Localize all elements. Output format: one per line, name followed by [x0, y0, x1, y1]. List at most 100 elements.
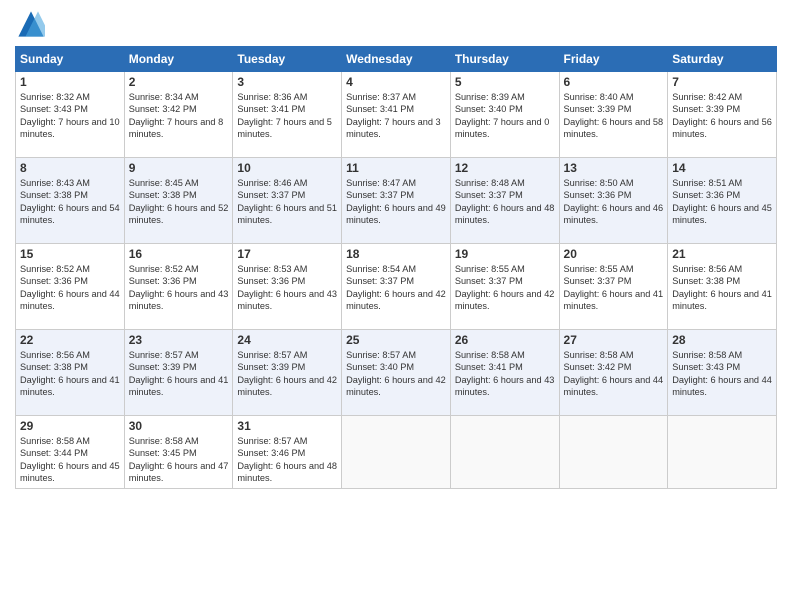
day-info: Sunrise: 8:36 AMSunset: 3:41 PMDaylight:… — [237, 91, 337, 141]
col-header-thursday: Thursday — [450, 47, 559, 72]
day-number: 9 — [129, 161, 229, 175]
day-info: Sunrise: 8:39 AMSunset: 3:40 PMDaylight:… — [455, 91, 555, 141]
day-number: 2 — [129, 75, 229, 89]
calendar-cell: 11Sunrise: 8:47 AMSunset: 3:37 PMDayligh… — [342, 158, 451, 244]
day-number: 15 — [20, 247, 120, 261]
calendar-cell: 9 Sunrise: 8:45 AMSunset: 3:38 PMDaylight… — [124, 158, 233, 244]
calendar-cell: 26 Sunrise: 8:58 AMSunset: 3:41 PMDayligh… — [450, 330, 559, 416]
calendar-cell — [450, 416, 559, 489]
day-number: 20 — [564, 247, 664, 261]
day-info: Sunrise: 8:57 AMSunset: 3:46 PMDaylight:… — [237, 435, 337, 485]
calendar-cell: 14 Sunrise: 8:51 AMSunset: 3:36 PMDayligh… — [668, 158, 777, 244]
day-number: 14 — [672, 161, 772, 175]
day-number: 25 — [346, 333, 446, 347]
day-info: Sunrise: 8:52 AMSunset: 3:36 PMDaylight:… — [20, 263, 120, 313]
day-number: 11 — [346, 161, 446, 175]
calendar-cell: 15 Sunrise: 8:52 AMSunset: 3:36 PMDayligh… — [16, 244, 125, 330]
day-number: 6 — [564, 75, 664, 89]
day-info: Sunrise: 8:32 AMSunset: 3:43 PMDaylight:… — [20, 91, 120, 141]
day-info: Sunrise: 8:58 AMSunset: 3:43 PMDaylight:… — [672, 349, 772, 399]
day-number: 17 — [237, 247, 337, 261]
calendar-cell: 6 Sunrise: 8:40 AMSunset: 3:39 PMDaylight… — [559, 72, 668, 158]
calendar-header-row: SundayMondayTuesdayWednesdayThursdayFrid… — [16, 47, 777, 72]
day-info: Sunrise: 8:42 AMSunset: 3:39 PMDaylight:… — [672, 91, 772, 141]
calendar-cell: 12 Sunrise: 8:48 AMSunset: 3:37 PMDayligh… — [450, 158, 559, 244]
calendar-cell: 7 Sunrise: 8:42 AMSunset: 3:39 PMDaylight… — [668, 72, 777, 158]
calendar-cell: 4 Sunrise: 8:37 AMSunset: 3:41 PMDaylight… — [342, 72, 451, 158]
day-info: Sunrise: 8:55 AMSunset: 3:37 PMDaylight:… — [564, 263, 664, 313]
col-header-sunday: Sunday — [16, 47, 125, 72]
calendar-cell: 16 Sunrise: 8:52 AMSunset: 3:36 PMDayligh… — [124, 244, 233, 330]
calendar-cell: 28 Sunrise: 8:58 AMSunset: 3:43 PMDayligh… — [668, 330, 777, 416]
day-number: 24 — [237, 333, 337, 347]
calendar-cell: 2 Sunrise: 8:34 AMSunset: 3:42 PMDaylight… — [124, 72, 233, 158]
day-number: 22 — [20, 333, 120, 347]
day-number: 28 — [672, 333, 772, 347]
calendar-cell — [559, 416, 668, 489]
calendar-cell: 24 Sunrise: 8:57 AMSunset: 3:39 PMDayligh… — [233, 330, 342, 416]
day-info: Sunrise: 8:57 AMSunset: 3:39 PMDaylight:… — [237, 349, 337, 399]
day-info: Sunrise: 8:53 AMSunset: 3:36 PMDaylight:… — [237, 263, 337, 313]
calendar-cell: 22 Sunrise: 8:56 AMSunset: 3:38 PMDayligh… — [16, 330, 125, 416]
day-info: Sunrise: 8:56 AMSunset: 3:38 PMDaylight:… — [672, 263, 772, 313]
calendar-week-4: 22 Sunrise: 8:56 AMSunset: 3:38 PMDayligh… — [16, 330, 777, 416]
calendar-cell: 31 Sunrise: 8:57 AMSunset: 3:46 PMDayligh… — [233, 416, 342, 489]
calendar-cell: 10 Sunrise: 8:46 AMSunset: 3:37 PMDayligh… — [233, 158, 342, 244]
day-info: Sunrise: 8:56 AMSunset: 3:38 PMDaylight:… — [20, 349, 120, 399]
calendar-cell: 23Sunrise: 8:57 AMSunset: 3:39 PMDayligh… — [124, 330, 233, 416]
col-header-saturday: Saturday — [668, 47, 777, 72]
page: SundayMondayTuesdayWednesdayThursdayFrid… — [0, 0, 792, 612]
day-info: Sunrise: 8:57 AMSunset: 3:39 PMDaylight:… — [129, 349, 229, 399]
calendar-cell: 19 Sunrise: 8:55 AMSunset: 3:37 PMDayligh… — [450, 244, 559, 330]
col-header-wednesday: Wednesday — [342, 47, 451, 72]
day-number: 27 — [564, 333, 664, 347]
day-info: Sunrise: 8:50 AMSunset: 3:36 PMDaylight:… — [564, 177, 664, 227]
calendar-cell: 29 Sunrise: 8:58 AMSunset: 3:44 PMDayligh… — [16, 416, 125, 489]
day-info: Sunrise: 8:43 AMSunset: 3:38 PMDaylight:… — [20, 177, 120, 227]
day-number: 21 — [672, 247, 772, 261]
day-info: Sunrise: 8:58 AMSunset: 3:42 PMDaylight:… — [564, 349, 664, 399]
calendar-cell: 30Sunrise: 8:58 AMSunset: 3:45 PMDayligh… — [124, 416, 233, 489]
calendar-cell: 8Sunrise: 8:43 AMSunset: 3:38 PMDaylight… — [16, 158, 125, 244]
day-info: Sunrise: 8:46 AMSunset: 3:37 PMDaylight:… — [237, 177, 337, 227]
day-info: Sunrise: 8:45 AMSunset: 3:38 PMDaylight:… — [129, 177, 229, 227]
calendar-cell — [342, 416, 451, 489]
logo — [15, 10, 45, 38]
calendar-cell: 1 Sunrise: 8:32 AMSunset: 3:43 PMDaylight… — [16, 72, 125, 158]
day-number: 31 — [237, 419, 337, 433]
day-info: Sunrise: 8:40 AMSunset: 3:39 PMDaylight:… — [564, 91, 664, 141]
day-number: 4 — [346, 75, 446, 89]
day-number: 3 — [237, 75, 337, 89]
day-info: Sunrise: 8:58 AMSunset: 3:41 PMDaylight:… — [455, 349, 555, 399]
day-number: 10 — [237, 161, 337, 175]
col-header-monday: Monday — [124, 47, 233, 72]
calendar-cell: 13 Sunrise: 8:50 AMSunset: 3:36 PMDayligh… — [559, 158, 668, 244]
day-number: 13 — [564, 161, 664, 175]
calendar-week-5: 29 Sunrise: 8:58 AMSunset: 3:44 PMDayligh… — [16, 416, 777, 489]
logo-icon — [17, 10, 45, 38]
calendar-week-2: 8Sunrise: 8:43 AMSunset: 3:38 PMDaylight… — [16, 158, 777, 244]
day-info: Sunrise: 8:57 AMSunset: 3:40 PMDaylight:… — [346, 349, 446, 399]
calendar-cell: 5 Sunrise: 8:39 AMSunset: 3:40 PMDaylight… — [450, 72, 559, 158]
day-number: 1 — [20, 75, 120, 89]
day-info: Sunrise: 8:51 AMSunset: 3:36 PMDaylight:… — [672, 177, 772, 227]
day-number: 26 — [455, 333, 555, 347]
day-number: 19 — [455, 247, 555, 261]
calendar-cell: 27 Sunrise: 8:58 AMSunset: 3:42 PMDayligh… — [559, 330, 668, 416]
day-number: 16 — [129, 247, 229, 261]
day-info: Sunrise: 8:54 AMSunset: 3:37 PMDaylight:… — [346, 263, 446, 313]
day-number: 5 — [455, 75, 555, 89]
day-info: Sunrise: 8:37 AMSunset: 3:41 PMDaylight:… — [346, 91, 446, 141]
col-header-friday: Friday — [559, 47, 668, 72]
day-number: 7 — [672, 75, 772, 89]
calendar-cell — [668, 416, 777, 489]
day-number: 12 — [455, 161, 555, 175]
day-number: 29 — [20, 419, 120, 433]
day-info: Sunrise: 8:52 AMSunset: 3:36 PMDaylight:… — [129, 263, 229, 313]
day-info: Sunrise: 8:55 AMSunset: 3:37 PMDaylight:… — [455, 263, 555, 313]
day-info: Sunrise: 8:34 AMSunset: 3:42 PMDaylight:… — [129, 91, 229, 141]
day-info: Sunrise: 8:48 AMSunset: 3:37 PMDaylight:… — [455, 177, 555, 227]
day-info: Sunrise: 8:58 AMSunset: 3:44 PMDaylight:… — [20, 435, 120, 485]
calendar-week-1: 1 Sunrise: 8:32 AMSunset: 3:43 PMDaylight… — [16, 72, 777, 158]
calendar-cell: 20 Sunrise: 8:55 AMSunset: 3:37 PMDayligh… — [559, 244, 668, 330]
